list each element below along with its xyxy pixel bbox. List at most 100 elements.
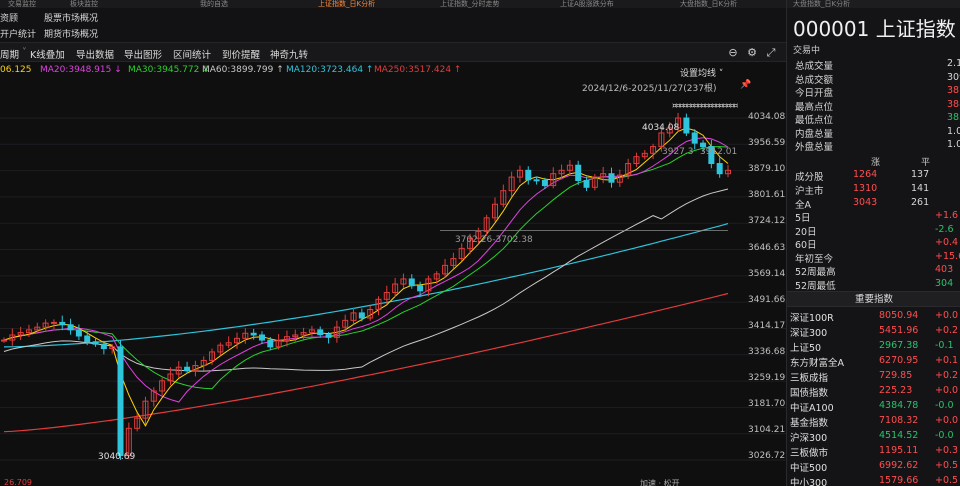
index-row[interactable]: 三板做市 1195.11 +0.3 [787,444,960,459]
plus-circle-icon[interactable]: ⊖ [726,46,740,60]
pin-icon[interactable]: 📌 [740,80,751,90]
perf-value: -2.6 [935,223,954,235]
perf-label: 20日 [795,226,817,238]
toolbar-price-alert[interactable]: 到价提醒 [222,47,260,61]
perf-label: 52周最低 [795,280,836,292]
toolbar-export-data[interactable]: 导出数据 [76,47,114,61]
y-tick-label: 3259.19 [748,373,786,383]
top-tab[interactable]: 上证指数_日K分析 [318,0,375,8]
breadth-label: 全A [795,200,811,211]
candle-body [358,312,365,319]
ma-legend-item: MA120:3723.464 ↑ [286,65,374,75]
toolbar-period[interactable]: 周期 [0,47,19,61]
candle-body [533,179,540,182]
breadth-flat-header: 平 [921,158,931,168]
index-row[interactable]: 沪深300 4514.52 -0.0 [787,429,960,444]
sub-menu: 资顾 股票市场概况 开户统计 期货市场概况 [0,8,786,42]
index-row[interactable]: 东方财富全A 6270.95 +0.1 [787,354,960,369]
annotation: 3927.3 [662,147,694,157]
index-change: -0.0 [935,430,954,441]
y-tick-label: 4034.08 [748,112,786,122]
candle-body [691,132,698,144]
toolbar-export-chart[interactable]: 导出图形 [124,47,162,61]
chevron-down-icon[interactable]: ˅ [22,47,27,58]
stat-value: 2.1 [947,58,960,69]
trading-status: 交易中 [793,46,821,56]
y-tick-label: 3336.68 [748,346,786,357]
stat-value: 388 [947,98,960,110]
index-value: 729.85 [879,370,913,381]
toolbar-magic-nine[interactable]: 神奇九转 [270,47,308,61]
index-row[interactable]: 三板成指 729.85 +0.2 [787,369,960,384]
expand-icon[interactable]: ⤢ [764,46,778,60]
index-value: 6992.62 [879,460,919,471]
index-name: 三板做市 [790,448,829,459]
ma-settings-button[interactable]: 设置均线 ˅ [680,66,723,79]
index-row[interactable]: 深证100R 8050.94 +0.0 [787,309,960,324]
ma60-line [3,188,729,372]
menu-item-account-stats[interactable]: 开户统计 [0,27,36,40]
candle-body [50,321,57,324]
index-row[interactable]: 深证300 5451.96 +0.2 [787,324,960,339]
dot-marker: ¤ [733,101,738,110]
stat-label: 今日开盘 [795,88,834,99]
top-tab[interactable]: 板块监控 [70,0,98,8]
index-name: 深证100R [790,313,834,324]
index-value: 4384.78 [879,400,919,411]
index-change: +0.0 [935,415,959,426]
panel-tab[interactable]: 大盘指数_日K分析 [787,0,960,8]
index-title: 000001 上证指数 [793,17,956,41]
index-change: +0.5 [935,460,959,471]
perf-value: +0.4 [935,237,959,248]
index-name: 东方财富全A [790,358,844,369]
bottom-readout: 26.709 [4,478,32,486]
menu-item-advisor[interactable]: 资顾 [0,11,18,24]
kline-chart[interactable]: 4034.08 3040.69 3702.26-3702.38 3927.3 3912.… [0,92,786,486]
bottom-hint: 加速 · 松开 [640,479,680,486]
index-row[interactable]: 中小300 1579.66 +0.5 [787,474,960,486]
index-row[interactable]: 基金指数 7108.32 +0.0 [787,414,960,429]
breadth-up-header: 涨 [871,158,881,168]
y-tick-label: 3646.63 [748,242,786,253]
index-row[interactable]: 中证A100 4384.78 -0.0 [787,399,960,414]
index-row[interactable]: 中证500 6992.62 +0.5 [787,459,960,474]
y-tick-label: 3569.14 [748,268,786,279]
annotation: 3702.26-3702.38 [455,235,533,245]
top-tab[interactable]: 大盘指数_日K分析 [680,0,737,8]
y-tick-label: 3104.21 [748,425,786,436]
top-tab[interactable]: 上证A股涨跌分布 [560,0,614,8]
perf-label: 60日 [795,240,817,251]
index-change: +0.2 [935,370,959,381]
candle-body [317,329,324,336]
y-tick-label: 3026.72 [748,451,786,462]
top-tab[interactable]: 交易监控 [8,0,36,8]
stat-value: 1.0 [947,125,960,137]
toolbar-range-stats[interactable]: 区间统计 [173,47,211,61]
breadth-flat: 141 [911,183,930,194]
top-tab[interactable]: 我的自选 [200,0,228,8]
breadth-up: 1264 [853,169,878,180]
toolbar-kline-overlay[interactable]: K线叠加 [30,47,65,61]
index-change: +0.1 [935,355,959,366]
top-tab[interactable]: 上证指数_分时走势 [440,0,500,8]
stat-label: 总成交额 [795,74,834,86]
gear-icon[interactable]: ⚙ [745,46,759,60]
index-name: 中小300 [790,478,828,486]
candle-body [417,285,424,292]
index-name: 三板成指 [790,373,829,384]
menu-item-futures-market[interactable]: 期货市场概况 [44,27,98,40]
menu-item-stock-market[interactable]: 股票市场概况 [44,11,98,24]
index-row[interactable]: 上证50 2967.38 -0.1 [787,339,960,354]
index-name: 基金指数 [790,418,829,429]
index-value: 4514.52 [879,430,919,441]
annotation: 4034.08 [642,123,679,133]
ma-legend-item: 06.125 [0,65,32,75]
ma-legend-item: MA20:3948.915 ↓ [40,65,122,75]
index-row[interactable]: 国债指数 225.23 +0.0 [787,384,960,399]
perf-label: 5日 [795,213,811,224]
top-tab-bar: 交易监控 板块监控 我的自选 上证指数_日K分析 上证指数_分时走势 上证A股涨跌分布 大盘… [0,0,786,8]
index-value: 1195.11 [879,445,919,456]
candle-body [525,169,532,181]
candle-body [59,321,66,326]
candle-body [325,334,332,338]
